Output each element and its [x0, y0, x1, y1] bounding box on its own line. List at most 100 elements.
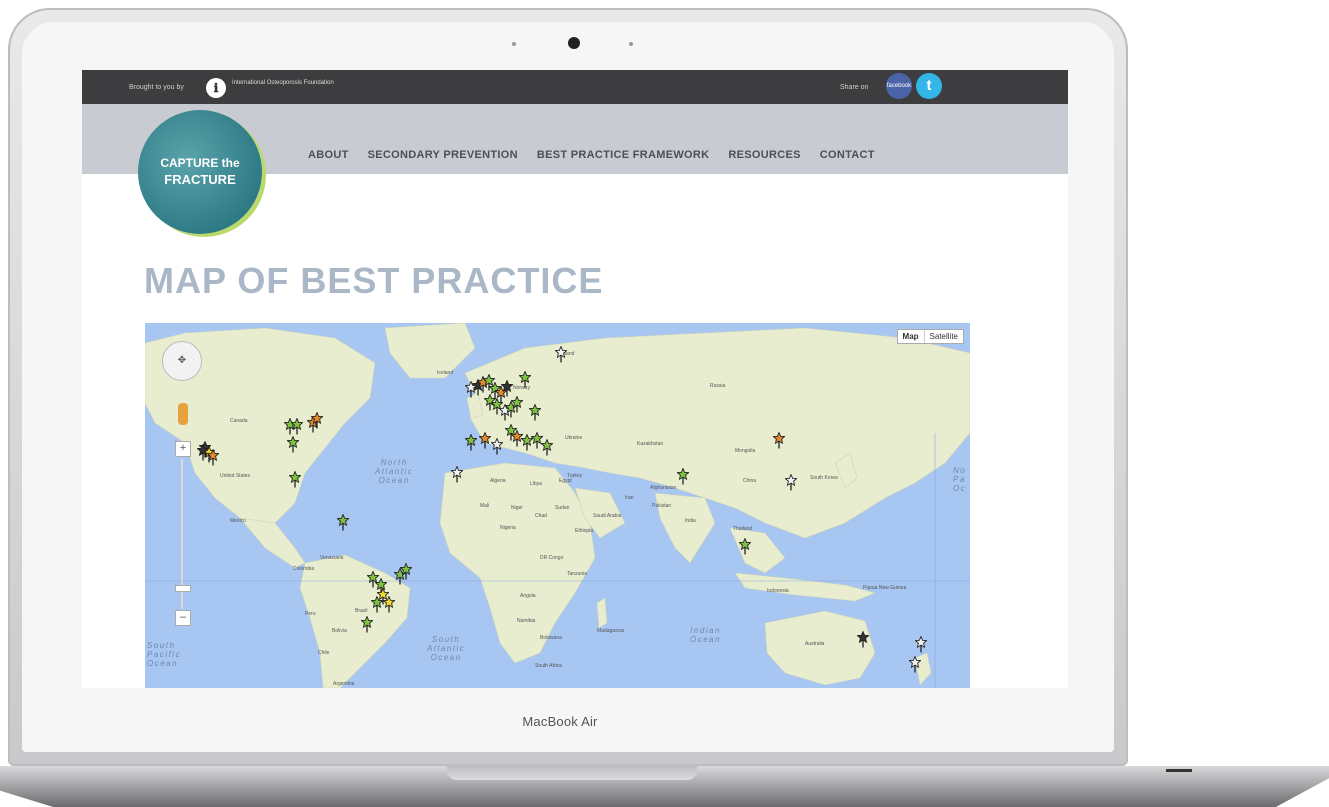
country-label: Tanzania [567, 571, 588, 577]
country-label: Mexico [230, 518, 246, 524]
country-label: Ukraine [565, 435, 583, 441]
map-marker-icon[interactable] [739, 538, 751, 555]
map-marker-icon[interactable] [479, 432, 491, 449]
map-marker-icon[interactable] [371, 596, 383, 613]
camera [568, 37, 580, 49]
country-label: DR Congo [540, 555, 564, 561]
nav-contact[interactable]: CONTACT [820, 149, 875, 161]
map-marker-icon[interactable] [909, 656, 921, 673]
map-marker-icon[interactable] [383, 596, 395, 613]
map-marker-icon[interactable] [511, 396, 523, 413]
country-label: Mongolia [735, 448, 756, 454]
nav-resources[interactable]: RESOURCES [728, 149, 800, 161]
logo-line-1: CAPTURE the [160, 156, 240, 170]
zoom-in-button[interactable]: + [175, 441, 191, 457]
ocean-label-indian: Indian Ocean [690, 626, 722, 644]
map-marker-icon[interactable] [541, 439, 553, 456]
top-bar: Brought to you by ℹ International Osteop… [82, 70, 1068, 104]
laptop-indicator [1166, 769, 1192, 772]
map-marker-icon[interactable] [677, 468, 689, 485]
country-label: Mali [480, 503, 490, 509]
map-type-map[interactable]: Map [898, 330, 925, 343]
map-marker-icon[interactable] [400, 563, 412, 580]
pegman-icon[interactable] [178, 403, 188, 425]
country-label: Chile [318, 650, 330, 656]
device-label: MacBook Air [522, 714, 598, 729]
ocean-label-north-atlantic: North Atlantic Ocean [375, 458, 414, 485]
iof-name[interactable]: International Osteoporosis Foundation [232, 79, 352, 87]
country-label: Kazakhstan [637, 441, 664, 447]
country-label: Russia [710, 383, 726, 389]
sensor-left [512, 42, 516, 46]
world-map[interactable]: Map Satellite ✥ + – North Atlantic Ocean… [145, 323, 970, 688]
logo-line-2: FRACTURE [164, 172, 236, 187]
map-marker-icon[interactable] [857, 631, 869, 648]
map-marker-icon[interactable] [289, 471, 301, 488]
country-label: Chad [535, 513, 547, 519]
country-label: Peru [305, 611, 316, 617]
country-label: Iran [625, 495, 634, 501]
map-marker-icon[interactable] [555, 346, 567, 363]
country-label: South Africa [535, 663, 562, 669]
country-label: Niger [511, 505, 523, 511]
country-label: South Korea [810, 475, 838, 481]
map-marker-icon[interactable] [501, 380, 513, 397]
map-marker-icon[interactable] [287, 436, 299, 453]
map-marker-icon[interactable] [491, 438, 503, 455]
zoom-out-button[interactable]: – [175, 610, 191, 626]
country-label: Namibia [517, 618, 536, 624]
iof-logo-icon[interactable]: ℹ [206, 78, 226, 98]
map-marker-icon[interactable] [785, 474, 797, 491]
map-marker-icon[interactable] [451, 466, 463, 483]
country-label: Afghanistan [650, 485, 677, 491]
page-title: MAP OF BEST PRACTICE [144, 260, 604, 301]
country-label: Angola [520, 593, 536, 599]
country-label: Brazil [355, 608, 368, 614]
map-marker-icon[interactable] [915, 636, 927, 653]
map-type-satellite[interactable]: Satellite [925, 330, 963, 343]
nav-about[interactable]: ABOUT [308, 149, 349, 161]
country-label: Egypt [559, 478, 572, 484]
zoom-slider-handle[interactable] [175, 585, 191, 592]
map-marker-icon[interactable] [361, 616, 373, 633]
brought-by-text: Brought to you by [129, 84, 184, 91]
nav-best-practice-framework[interactable]: BEST PRACTICE FRAMEWORK [537, 149, 710, 161]
map-marker-icon[interactable] [337, 514, 349, 531]
country-label: Venezuela [320, 555, 344, 561]
map-marker-icon[interactable] [291, 418, 303, 435]
country-label: Libya [530, 481, 542, 487]
country-label: Bolivia [332, 628, 347, 634]
country-label: Indonesia [767, 588, 789, 594]
main-nav: ABOUT SECONDARY PREVENTION BEST PRACTICE… [308, 149, 894, 161]
country-label: Australia [805, 641, 825, 647]
map-marker-icon[interactable] [311, 412, 323, 429]
map-marker-icon[interactable] [529, 404, 541, 421]
country-label: China [743, 478, 757, 484]
twitter-icon[interactable]: t [916, 73, 942, 99]
country-label: India [685, 518, 696, 524]
country-label: Ethiopia [575, 528, 594, 534]
map-marker-icon[interactable] [519, 371, 531, 388]
facebook-icon[interactable]: facebook [886, 73, 912, 99]
laptop-hinge-notch [447, 766, 697, 780]
country-label: Nigeria [500, 525, 516, 531]
country-label: Iceland [437, 370, 454, 376]
map-marker-icon[interactable] [773, 432, 785, 449]
pan-control-icon[interactable]: ✥ [162, 341, 202, 381]
nav-secondary-prevention[interactable]: SECONDARY PREVENTION [368, 149, 518, 161]
ocean-label-south-pacific: South Pacific Ocean [147, 641, 182, 668]
ocean-label-south-atlantic: South Atlantic Ocean [427, 635, 466, 662]
ocean-label-north-pacific: No Pa Oc [953, 466, 967, 493]
screen: Brought to you by ℹ International Osteop… [82, 70, 1068, 688]
capture-the-fracture-logo[interactable]: CAPTURE the FRACTURE [138, 110, 262, 234]
map-type-toggle: Map Satellite [896, 329, 964, 344]
country-label: Papua New Guinea [863, 585, 907, 591]
country-label: Thailand [733, 526, 753, 532]
map-marker-icon[interactable] [197, 444, 209, 461]
country-label: Botswana [540, 635, 562, 641]
country-label: Saudi Arabia [593, 513, 622, 519]
map-marker-icon[interactable] [465, 434, 477, 451]
country-label: Colombia [293, 566, 315, 572]
country-label: Sudan [555, 505, 570, 511]
country-label: Algeria [490, 478, 506, 484]
